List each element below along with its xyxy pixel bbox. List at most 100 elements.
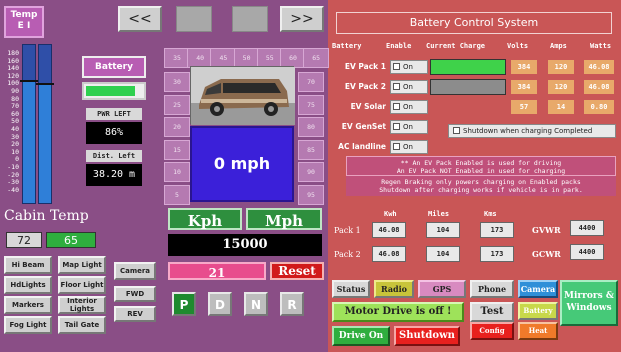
pwr-left-value: 86% [86, 122, 142, 144]
speed-tick: 50 [233, 48, 260, 68]
col-miles: Miles [428, 210, 450, 218]
mirrors-windows-button[interactable]: Mirrors & Windows [560, 280, 618, 326]
next-button[interactable]: >> [280, 6, 324, 32]
enable-checkbox[interactable]: On [390, 60, 428, 74]
headlights-button[interactable]: HdLights [4, 276, 52, 294]
engine-temp-level [23, 79, 35, 203]
volts-value: 384 [511, 80, 537, 94]
kms-value: 173 [480, 246, 514, 262]
fwd-button[interactable]: FWD [114, 286, 156, 302]
van-icon [191, 67, 295, 125]
gear-park[interactable]: P [172, 292, 196, 316]
speed-tick: 40 [187, 48, 214, 68]
mph-button[interactable]: Mph [246, 208, 322, 230]
battery-button[interactable]: Battery [82, 56, 146, 78]
vehicle-image [190, 66, 295, 125]
kms-value: 173 [480, 222, 514, 238]
battery-panel-button[interactable]: Battery [518, 302, 558, 320]
temp-sub: E I [17, 21, 31, 31]
floor-light-button[interactable]: Floor Light [58, 276, 106, 294]
camera-panel-button[interactable]: Camera [518, 280, 558, 298]
enable-checkbox-label: On [403, 63, 413, 71]
col-battery: Battery [332, 42, 362, 50]
speed-tick: 10 [164, 162, 190, 182]
tail-gate-button[interactable]: Tail Gate [58, 316, 106, 334]
speed-tick: 90 [298, 162, 324, 182]
enable-checkbox[interactable]: On [390, 120, 428, 134]
rev-button[interactable]: REV [114, 306, 156, 322]
gvwr-label: GVWR [532, 225, 561, 235]
note-line: ** An EV Pack Enabled is used for drivin… [400, 159, 562, 167]
speed-tick: 35 [164, 48, 190, 68]
charge-bar [430, 59, 506, 75]
col-volts: Volts [507, 42, 529, 50]
battery-level-bar [82, 82, 146, 100]
drive-charge-note: ** An EV Pack Enabled is used for drivin… [346, 156, 616, 176]
prev-button[interactable]: << [118, 6, 162, 32]
motor-drive-status: Motor Drive is off ! [332, 302, 464, 322]
hi-beam-button[interactable]: Hi Beam [4, 256, 52, 274]
fog-light-button[interactable]: Fog Light [4, 316, 52, 334]
battery-control-title: Battery Control System [336, 12, 612, 34]
regen-note: Regen Braking only powers charging on En… [346, 176, 616, 196]
drive-on-button[interactable]: Drive On [332, 326, 390, 346]
map-light-button[interactable]: Map Light [58, 256, 106, 274]
enable-checkbox[interactable]: On [390, 80, 428, 94]
heat-button[interactable]: Heat [518, 322, 558, 340]
radio-button[interactable]: Radio [374, 280, 414, 298]
kph-button[interactable]: Kph [168, 208, 242, 230]
gps-button[interactable]: GPS [418, 280, 466, 298]
gcwr-label: GCWR [532, 249, 561, 259]
gear-neutral[interactable]: N [244, 292, 268, 316]
watts-value: 0.80 [584, 100, 614, 114]
note-line: An EV Pack NOT Enabled in used for charg… [396, 167, 566, 175]
col-amps: Amps [550, 42, 567, 50]
gear-drive[interactable]: D [208, 292, 232, 316]
test-button[interactable]: Test [470, 302, 514, 322]
cabin-setpoint[interactable]: 72 [6, 232, 42, 248]
nav-square-right[interactable] [232, 6, 268, 32]
enable-checkbox[interactable]: On [390, 100, 428, 114]
trip-meter: 21 [168, 262, 266, 280]
config-button[interactable]: Config [470, 322, 514, 340]
col-enable: Enable [386, 42, 412, 50]
speed-tick: 15 [164, 139, 190, 160]
watts-value: 46.08 [584, 60, 614, 74]
pack-row-label: Pack 2 [334, 250, 361, 259]
odometer: 15000 [168, 234, 322, 256]
shutdown-button[interactable]: Shutdown [394, 326, 460, 346]
dist-left-value: 38.20 m [86, 164, 142, 186]
pwr-left-label: PWR LEFT [86, 108, 142, 120]
enable-checkbox[interactable]: On [390, 140, 428, 154]
nav-square-left[interactable] [176, 6, 212, 32]
camera-button[interactable]: Camera [114, 262, 156, 280]
col-kms: Kms [484, 210, 497, 218]
shutdown-when-charged-checkbox[interactable]: Shutdown when charging Completed [448, 124, 616, 138]
gear-reverse[interactable]: R [280, 292, 304, 316]
col-kwh: Kwh [384, 210, 397, 218]
amps-value: 14 [548, 100, 574, 114]
watts-value: 46.08 [584, 80, 614, 94]
col-charge: Current Charge [426, 42, 486, 50]
reset-button[interactable]: Reset [270, 262, 324, 280]
temp-header: Temp E I [4, 6, 44, 38]
pack-label: EV Pack 1 [344, 62, 386, 71]
speed-tick: 20 [164, 117, 190, 137]
interior-temp-level [39, 82, 51, 203]
engine-temp-bar [20, 44, 38, 204]
speed-tick: 80 [298, 117, 324, 137]
cabin-temp-title: Cabin Temp [4, 208, 89, 224]
phone-button[interactable]: Phone [470, 280, 514, 298]
speed-tick: 75 [298, 94, 324, 115]
status-button[interactable]: Status [332, 280, 370, 298]
temp-scale: 180 160 140 120 100 90 80 70 60 50 40 30 20 10 0 -10 -20… [3, 49, 19, 194]
interior-lights-button[interactable]: Interior Lights [58, 296, 106, 314]
enable-checkbox-label: On [403, 123, 413, 131]
pack-label: EV GenSet [341, 122, 386, 131]
speed-tick: 5 [164, 184, 190, 205]
amps-value: 120 [548, 80, 574, 94]
markers-button[interactable]: Markers [4, 296, 52, 314]
pack-label: AC landline [338, 142, 386, 151]
volts-value: 57 [511, 100, 537, 114]
speed-readout: 0 mph [190, 126, 294, 202]
